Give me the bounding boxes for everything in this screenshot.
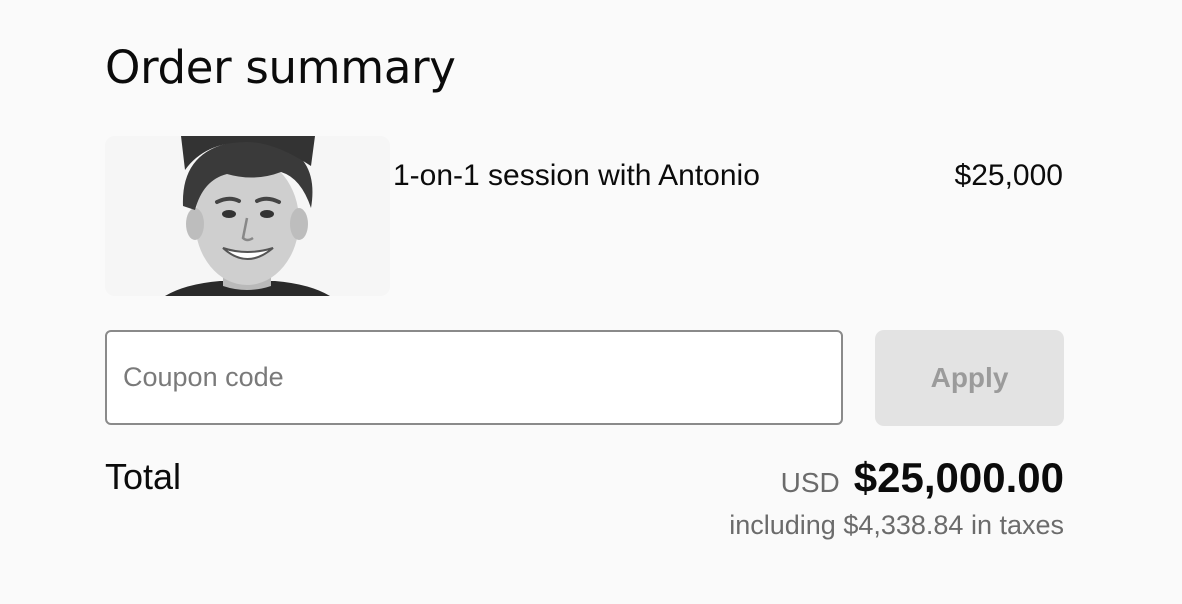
order-summary-panel: Order summary 1-on-1 session with Antoni… xyxy=(0,0,1182,604)
item-name: 1-on-1 session with Antonio xyxy=(393,159,760,192)
product-image xyxy=(105,136,390,296)
tax-note: including $4,338.84 in taxes xyxy=(729,510,1064,540)
total-currency: USD xyxy=(780,467,840,498)
total-label: Total xyxy=(105,456,182,497)
apply-coupon-button[interactable]: Apply xyxy=(875,330,1064,426)
coupon-code-input[interactable] xyxy=(105,330,843,425)
item-price: $25,000 xyxy=(954,159,1063,192)
total-value: $25,000.00 xyxy=(853,454,1064,501)
total-amount: USD $25,000.00 xyxy=(781,454,1064,502)
page-title: Order summary xyxy=(105,41,456,94)
line-item: 1-on-1 session with Antonio $25,000 xyxy=(105,136,1063,296)
